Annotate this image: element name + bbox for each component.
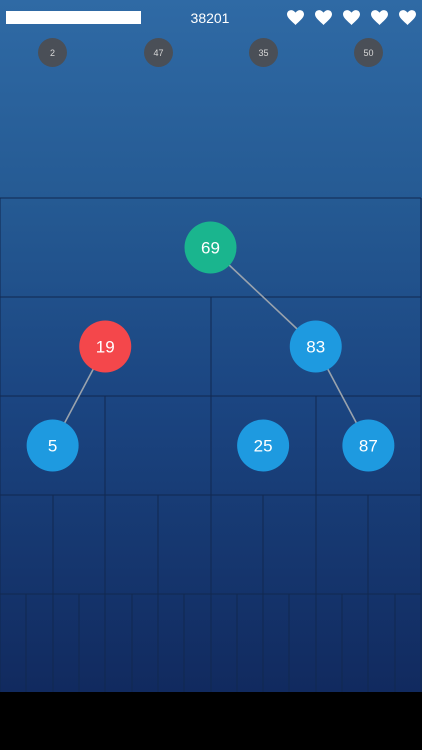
- tree-node-label: 83: [306, 338, 325, 357]
- queue-bubble: 47: [144, 38, 173, 67]
- tree-node[interactable]: 83: [289, 320, 342, 373]
- queue-bubble: 50: [354, 38, 383, 67]
- tree-board[interactable]: 69 19 83 5 25 87: [0, 0, 422, 692]
- progress-bar: [6, 11, 141, 24]
- heart-icon: [399, 10, 416, 25]
- tree-node-label: 25: [254, 437, 273, 456]
- tree-node[interactable]: 87: [342, 419, 395, 472]
- progress-bar-fill: [6, 11, 141, 24]
- bottom-bar: [0, 692, 422, 750]
- heart-icon: [371, 10, 388, 25]
- heart-icon: [343, 10, 360, 25]
- queue-bubble: 35: [249, 38, 278, 67]
- heart-icon: [315, 10, 332, 25]
- tree-node[interactable]: 19: [79, 320, 132, 373]
- score-display: 38201: [190, 10, 230, 26]
- lives-display: [287, 10, 416, 25]
- game-board: 69 19 83 5 25 87 38201 2 47 35 50: [0, 0, 422, 692]
- queue-bubble: 2: [38, 38, 67, 67]
- tree-node-label: 5: [48, 437, 57, 456]
- tree-node[interactable]: 5: [26, 419, 79, 472]
- tree-node[interactable]: 69: [184, 221, 237, 274]
- tree-node[interactable]: 25: [237, 419, 290, 472]
- tree-node-label: 19: [96, 338, 115, 357]
- heart-icon: [287, 10, 304, 25]
- tree-node-label: 87: [359, 437, 378, 456]
- tree-node-label: 69: [201, 239, 220, 258]
